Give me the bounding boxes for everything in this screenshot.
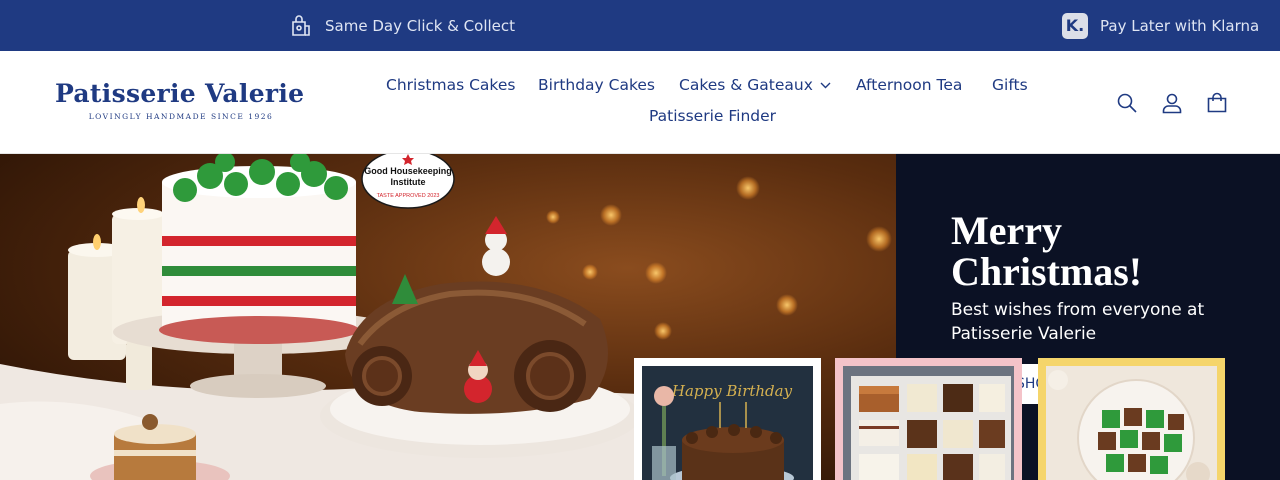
christmas-fancies-thumbnail[interactable] xyxy=(1038,358,1225,480)
nav-patisserie-finder[interactable]: Patisserie Finder xyxy=(649,107,776,125)
christmas-fancies-image xyxy=(1046,366,1217,480)
nav-christmas-cakes[interactable]: Christmas Cakes xyxy=(386,76,515,94)
chevron-down-icon xyxy=(820,82,831,89)
birthday-cake-thumbnail[interactable]: Happy Birthday xyxy=(634,358,821,480)
search-icon[interactable] xyxy=(1114,90,1139,115)
site-header: Patisserie Valerie LOVINGLY HANDMADE SIN… xyxy=(0,51,1280,154)
klarna-icon: K. xyxy=(1062,12,1088,39)
nav-birthday-cakes-label: Birthday Cakes xyxy=(538,76,656,94)
klarna-text: Pay Later with Klarna xyxy=(1100,16,1260,35)
nav-afternoon-tea-label: Afternoon Tea xyxy=(856,76,963,94)
announcement-bar: Same Day Click & Collect K. Pay Later wi… xyxy=(0,0,1280,51)
account-icon[interactable] xyxy=(1159,90,1184,115)
nav-afternoon-tea[interactable]: Afternoon Tea xyxy=(856,76,962,94)
klarna-link[interactable]: K. Pay Later with Klarna xyxy=(1062,0,1259,51)
hero-title: Merry Christmas! xyxy=(951,208,1143,294)
hero-banner: Good Housekeeping Institute TASTE APPROV… xyxy=(0,154,1280,480)
click-and-collect-text: Same Day Click & Collect xyxy=(325,16,516,35)
header-actions xyxy=(1114,90,1229,115)
badge-line-3: TASTE APPROVED 2023 xyxy=(377,193,440,199)
cart-icon[interactable] xyxy=(1204,90,1229,115)
nav-patisserie-finder-label: Patisserie Finder xyxy=(649,107,777,125)
nav-cakes-gateaux-label: Cakes & Gateaux xyxy=(679,76,813,94)
logo-name: Patisserie Valerie xyxy=(55,79,305,108)
badge-line-2: Institute xyxy=(391,177,426,187)
main-navigation: Christmas Cakes Birthday Cakes Cakes & G… xyxy=(370,51,1050,154)
patisserie-slices-thumbnail[interactable] xyxy=(835,358,1022,480)
nav-cakes-gateaux[interactable]: Cakes & Gateaux xyxy=(679,76,831,94)
nav-gifts[interactable]: Gifts xyxy=(992,76,1028,94)
nav-birthday-cakes[interactable]: Birthday Cakes xyxy=(538,76,655,94)
hero-subtitle: Best wishes from everyone at Patisserie … xyxy=(951,300,1205,344)
badge-line-1: Good Housekeeping xyxy=(364,166,452,176)
click-and-collect-link[interactable]: Same Day Click & Collect xyxy=(289,0,515,51)
nav-christmas-cakes-label: Christmas Cakes xyxy=(386,76,516,94)
shopping-bag-icon xyxy=(289,14,313,38)
logo-tagline: LOVINGLY HANDMADE SINCE 1926 xyxy=(88,112,274,121)
site-logo[interactable]: Patisserie Valerie LOVINGLY HANDMADE SIN… xyxy=(55,79,307,121)
nav-gifts-label: Gifts xyxy=(992,76,1028,94)
cake-topper-text: Happy Birthday xyxy=(671,382,793,400)
patisserie-slices-image xyxy=(843,366,1014,480)
birthday-cake-image: Happy Birthday xyxy=(642,366,813,480)
good-housekeeping-badge: Good Housekeeping Institute TASTE APPROV… xyxy=(361,154,455,209)
